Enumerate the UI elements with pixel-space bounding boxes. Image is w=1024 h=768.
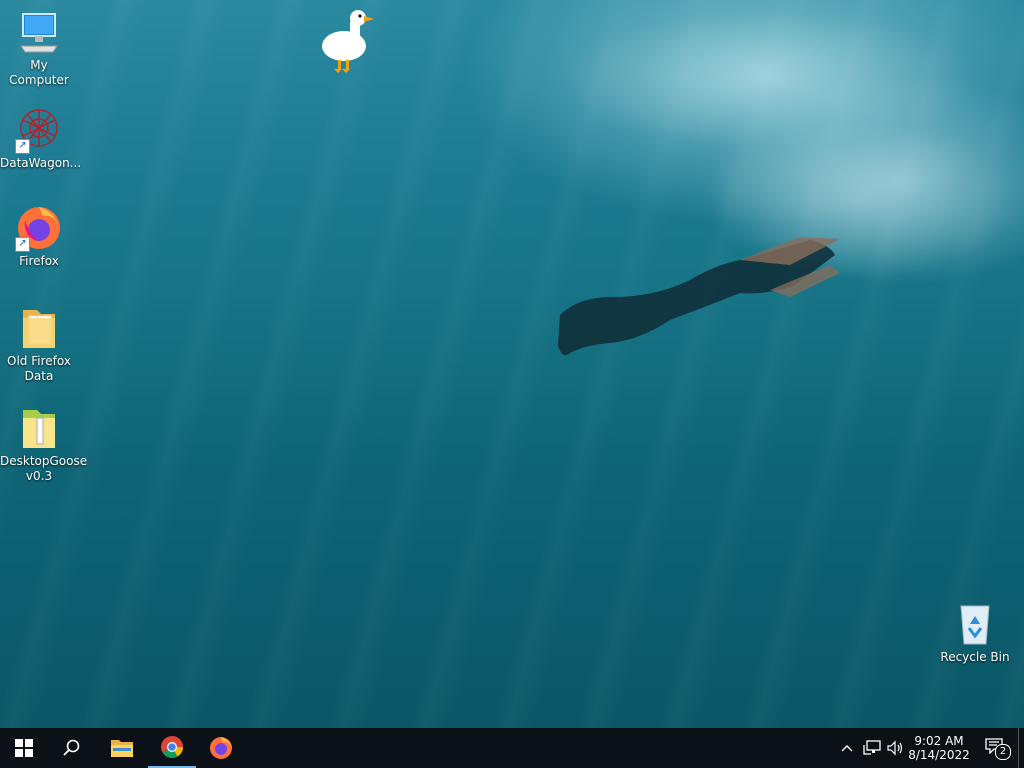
windows-logo-icon xyxy=(15,739,33,757)
recycle-bin-icon xyxy=(951,600,999,648)
show-desktop-button[interactable] xyxy=(1018,728,1024,768)
zip-folder-icon xyxy=(15,404,63,452)
icon-label: Firefox xyxy=(19,254,59,268)
desktop-icon-recycle-bin[interactable]: Recycle Bin xyxy=(936,600,1014,665)
network-icon xyxy=(863,740,881,755)
chrome-icon xyxy=(161,736,183,758)
firefox-icon xyxy=(210,737,232,759)
shortcut-arrow-icon: ↗ xyxy=(15,237,30,252)
desktop-icon-my-computer[interactable]: My Computer xyxy=(0,8,78,88)
taskbar: 9:02 AM 8/14/2022 2 xyxy=(0,728,1024,768)
action-center-button[interactable]: 2 xyxy=(976,728,1016,768)
desktop-icon-datawagon[interactable]: ↗ DataWagon... xyxy=(0,106,82,171)
tray-clock[interactable]: 9:02 AM 8/14/2022 xyxy=(906,728,972,768)
clock-date: 8/14/2022 xyxy=(908,748,970,762)
desktop-icon-old-firefox-data[interactable]: Old Firefox Data xyxy=(0,304,78,384)
tray-overflow-button[interactable] xyxy=(836,728,858,768)
speaker-icon xyxy=(887,740,903,756)
desktop-icon-desktopgoose[interactable]: DesktopGoose v0.3 xyxy=(0,404,88,484)
datawagon-icon: ↗ xyxy=(15,106,63,154)
desktop-background: My Computer ↗ DataWagon... ↗ Firefox Old… xyxy=(0,0,1024,728)
goose-sprite[interactable] xyxy=(316,6,380,76)
notification-count-badge: 2 xyxy=(995,744,1011,760)
icon-label: Old Firefox Data xyxy=(7,354,71,383)
clock-time: 9:02 AM xyxy=(914,734,964,748)
chevron-up-icon xyxy=(841,745,853,752)
icon-label: DataWagon... xyxy=(0,156,82,170)
icon-label: DesktopGoose v0.3 xyxy=(0,454,88,483)
taskbar-file-explorer[interactable] xyxy=(98,728,146,768)
firefox-icon: ↗ xyxy=(15,204,63,252)
icon-label: My Computer xyxy=(9,58,69,87)
notification-icon: 2 xyxy=(985,738,1011,760)
tray-network[interactable] xyxy=(860,728,884,768)
shortcut-arrow-icon: ↗ xyxy=(15,139,30,154)
computer-icon xyxy=(15,8,63,56)
swimmer-silhouette xyxy=(558,237,840,356)
desktop-icon-firefox[interactable]: ↗ Firefox xyxy=(0,204,78,269)
icon-label: Recycle Bin xyxy=(940,650,1010,664)
search-icon xyxy=(63,739,80,756)
start-button[interactable] xyxy=(0,728,48,768)
taskbar-chrome[interactable] xyxy=(148,728,196,768)
tray-volume[interactable] xyxy=(884,728,908,768)
taskbar-firefox[interactable] xyxy=(197,728,245,768)
search-button[interactable] xyxy=(48,728,96,768)
folder-icon xyxy=(15,304,63,352)
file-explorer-icon xyxy=(111,740,133,757)
